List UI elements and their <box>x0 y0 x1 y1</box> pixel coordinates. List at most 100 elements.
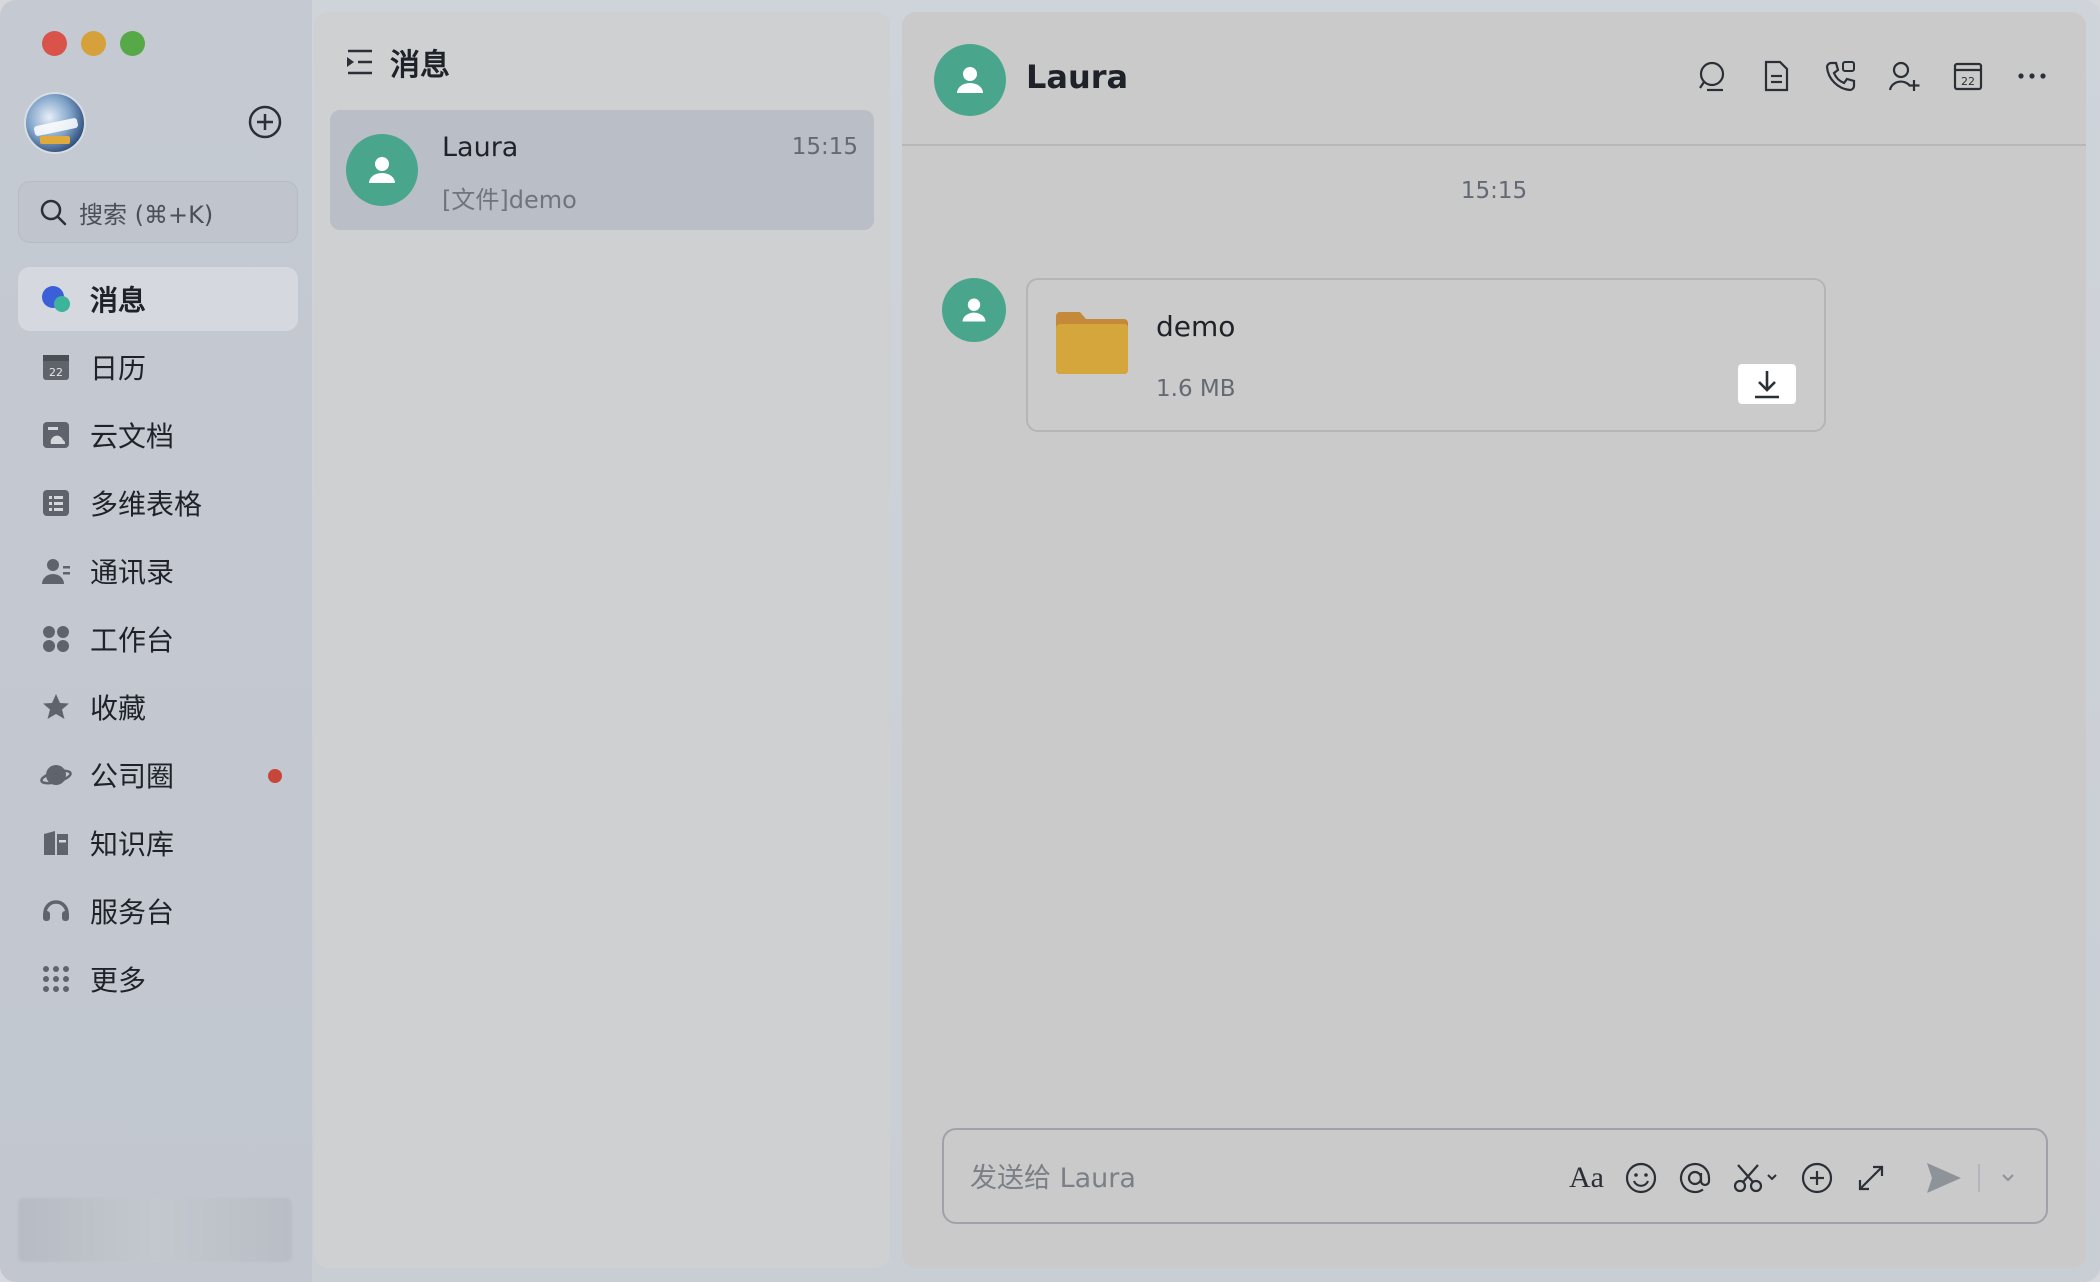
star-icon <box>40 691 72 723</box>
sidebar-item-workspace[interactable]: 工作台 <box>18 607 298 671</box>
mention-button[interactable] <box>1678 1156 1712 1200</box>
sidebar-item-label: 收藏 <box>90 692 147 725</box>
sidebar-item-contacts[interactable]: 通讯录 <box>18 539 298 603</box>
person-icon <box>962 298 986 322</box>
docs-button[interactable] <box>1758 58 1794 94</box>
table-icon <box>40 487 72 519</box>
maximize-window-button[interactable] <box>120 31 145 56</box>
call-button[interactable] <box>1822 58 1858 94</box>
search-chat-button[interactable] <box>1694 58 1730 94</box>
message-input[interactable] <box>970 1156 1490 1200</box>
contacts-icon <box>40 555 72 587</box>
workspace-icon <box>40 623 72 655</box>
composer-tools: Aa <box>1569 1156 2016 1200</box>
search-icon <box>40 199 67 226</box>
sidebar-item-label: 消息 <box>90 284 147 317</box>
conversation-list-panel: 消息 Laura 15:15 [文件]demo <box>314 12 890 1268</box>
add-member-button[interactable] <box>1886 58 1922 94</box>
file-size: 1.6 MB <box>1156 376 1236 402</box>
send-separator <box>1978 1164 1980 1192</box>
calendar-button[interactable]: 22 <box>1950 58 1986 94</box>
chat-avatar[interactable] <box>934 44 1006 116</box>
search-box[interactable]: 搜索 (⌘+K) <box>18 181 298 243</box>
add-member-icon <box>1888 61 1920 91</box>
emoji-button[interactable] <box>1624 1156 1658 1200</box>
user-avatar[interactable] <box>24 92 86 154</box>
add-attachment-button[interactable] <box>1800 1156 1834 1200</box>
send-icon <box>1927 1163 1961 1193</box>
download-icon <box>1755 371 1779 399</box>
sidebar-item-more[interactable]: 更多 <box>18 947 298 1011</box>
contact-avatar <box>346 134 418 206</box>
phone-icon <box>1825 61 1856 92</box>
sidebar-item-knowledge[interactable]: 知识库 <box>18 811 298 875</box>
cloud-doc-icon <box>40 419 72 451</box>
sidebar-item-label: 多维表格 <box>90 488 203 521</box>
sidebar-item-bitable[interactable]: 多维表格 <box>18 471 298 535</box>
chat-header-tools: 22 <box>1694 58 2050 94</box>
person-icon <box>957 67 983 93</box>
sidebar-item-messages[interactable]: 消息 <box>18 267 298 331</box>
add-icon <box>1801 1162 1833 1194</box>
message-icon <box>40 283 72 315</box>
screenshot-icon <box>1733 1164 1777 1193</box>
headset-icon <box>40 895 72 927</box>
calendar-icon: 22 <box>40 351 72 383</box>
file-message-card[interactable]: demo 1.6 MB <box>1026 278 1826 432</box>
window-controls <box>42 31 145 56</box>
chat-panel: Laura 22 15:15 demo 1.6 MB 发送给 Laura Aa <box>902 12 2086 1268</box>
sidebar-item-label: 通讯录 <box>90 556 175 589</box>
chat-header: Laura 22 <box>902 12 2086 146</box>
chat-title[interactable]: Laura <box>1026 58 1128 96</box>
more-grid-icon <box>40 963 72 995</box>
sidebar-item-label: 知识库 <box>90 828 175 861</box>
download-button[interactable] <box>1738 364 1796 404</box>
sidebar-item-moments[interactable]: 公司圈 <box>18 743 298 807</box>
sidebar-nav: 消息 22 日历 云文档 多维表格 通讯录 工作台 收藏 公司圈 知识库 服务台… <box>18 267 298 1015</box>
sidebar-item-label: 云文档 <box>90 420 175 453</box>
sidebar-item-calendar[interactable]: 22 日历 <box>18 335 298 399</box>
sidebar-footer-blurred <box>18 1198 292 1262</box>
sidebar-item-label: 工作台 <box>90 624 175 657</box>
person-icon <box>369 157 395 183</box>
svg-text:22: 22 <box>1961 75 1975 88</box>
conversation-preview: [文件]demo <box>442 186 577 214</box>
planet-icon <box>40 759 72 791</box>
expand-composer-button[interactable] <box>1854 1156 1888 1200</box>
conversation-name: Laura <box>442 132 519 163</box>
search-icon <box>1699 61 1725 92</box>
conversation-time: 15:15 <box>791 134 858 160</box>
conversation-item[interactable]: Laura 15:15 [文件]demo <box>330 110 874 230</box>
folder-icon <box>1056 312 1128 374</box>
create-button[interactable] <box>247 104 283 140</box>
knowledge-icon <box>40 827 72 859</box>
send-button[interactable] <box>1924 1156 1964 1200</box>
sender-avatar[interactable] <box>942 278 1006 342</box>
sidebar-item-label: 公司圈 <box>90 760 175 793</box>
collapse-list-icon[interactable] <box>344 47 374 77</box>
chevron-down-icon <box>2002 1174 2014 1182</box>
sidebar-item-cloud-docs[interactable]: 云文档 <box>18 403 298 467</box>
plus-circle-icon <box>248 105 282 139</box>
svg-text:22: 22 <box>49 366 63 379</box>
emoji-icon <box>1625 1162 1657 1194</box>
close-window-button[interactable] <box>42 31 67 56</box>
send-options-button[interactable] <box>2000 1156 2016 1200</box>
message-time-divider: 15:15 <box>1460 178 1528 204</box>
list-header: 消息 <box>344 40 450 84</box>
sidebar-item-label: 日历 <box>90 352 147 385</box>
sidebar-item-favorites[interactable]: 收藏 <box>18 675 298 739</box>
sidebar-item-helpdesk[interactable]: 服务台 <box>18 879 298 943</box>
document-icon <box>1764 60 1789 92</box>
sidebar: 搜索 (⌘+K) 消息 22 日历 云文档 多维表格 通讯录 工作台 收藏 公司… <box>0 0 312 1282</box>
message-composer: Aa <box>942 1128 2048 1224</box>
expand-icon <box>1858 1165 1884 1191</box>
screenshot-button[interactable] <box>1732 1156 1780 1200</box>
sidebar-item-label: 服务台 <box>90 896 175 929</box>
format-button[interactable]: Aa <box>1569 1156 1604 1200</box>
file-name: demo <box>1156 310 1236 343</box>
app-window: 搜索 (⌘+K) 消息 22 日历 云文档 多维表格 通讯录 工作台 收藏 公司… <box>0 0 2100 1282</box>
more-button[interactable] <box>2014 58 2050 94</box>
minimize-window-button[interactable] <box>81 31 106 56</box>
more-icon <box>2018 73 2046 79</box>
